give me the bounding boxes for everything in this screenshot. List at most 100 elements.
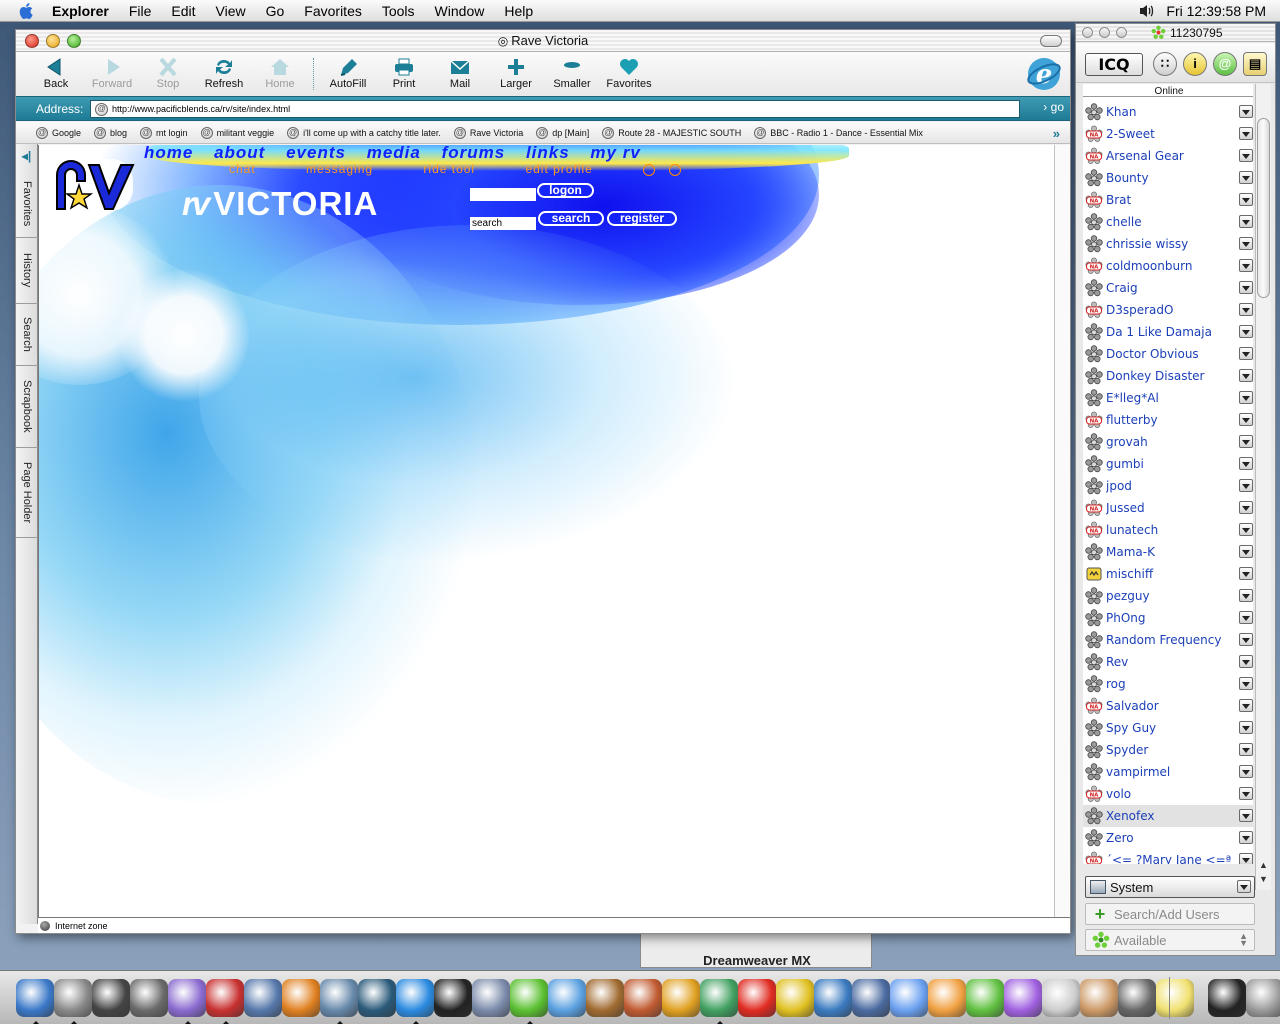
page-scrollbar[interactable] bbox=[1054, 145, 1070, 917]
menu-app-name[interactable]: Explorer bbox=[44, 0, 119, 22]
app-y-icon[interactable] bbox=[966, 979, 1004, 1017]
menu-file[interactable]: File bbox=[119, 0, 162, 22]
chevron-down-icon[interactable] bbox=[1239, 237, 1253, 250]
chevron-down-icon[interactable] bbox=[1239, 523, 1253, 536]
itunes-icon[interactable] bbox=[168, 979, 206, 1024]
dreamweaver-icon[interactable] bbox=[700, 979, 738, 1024]
icq-contact-row[interactable]: NA ´<= ?Mary Jane <=ª bbox=[1083, 849, 1253, 864]
dog-icon[interactable] bbox=[586, 979, 624, 1017]
chevron-down-icon[interactable] bbox=[1239, 303, 1253, 316]
chevron-down-icon[interactable] bbox=[1239, 501, 1253, 514]
icq-contact-row[interactable]: NA Brat bbox=[1083, 189, 1253, 211]
site-subnav-edit-profile[interactable]: edit profile bbox=[525, 162, 592, 176]
browser-title-bar[interactable]: ◎ Rave Victoria bbox=[16, 30, 1070, 52]
iphoto-icon[interactable] bbox=[206, 979, 244, 1024]
icq-contact-row[interactable]: rog bbox=[1083, 673, 1253, 695]
favorite-link-mt-login[interactable]: mt login bbox=[140, 126, 188, 139]
tab-history[interactable]: History bbox=[16, 238, 38, 304]
favorite-link-google[interactable]: Google bbox=[36, 126, 81, 139]
chevron-down-icon[interactable] bbox=[1239, 171, 1253, 184]
text-editor-icon[interactable] bbox=[1042, 979, 1080, 1017]
login-input[interactable] bbox=[470, 188, 536, 201]
chevron-down-icon[interactable] bbox=[1239, 435, 1253, 448]
icq-contact-row[interactable]: Zero bbox=[1083, 827, 1253, 849]
menu-view[interactable]: View bbox=[206, 0, 256, 22]
icq-scroll-up-icon[interactable]: ▲ bbox=[1259, 860, 1268, 870]
icq-contact-row[interactable]: NA coldmoonburn bbox=[1083, 255, 1253, 277]
icq-contact-row[interactable]: Craig bbox=[1083, 277, 1253, 299]
icq-contact-row[interactable]: Xenofex bbox=[1083, 805, 1253, 827]
home-button[interactable]: Home bbox=[252, 55, 308, 93]
chevron-down-icon[interactable] bbox=[1239, 281, 1253, 294]
chevron-down-icon[interactable] bbox=[1239, 655, 1253, 668]
icq-contact-row[interactable]: jpod bbox=[1083, 475, 1253, 497]
site-nav-events[interactable]: events bbox=[286, 145, 346, 162]
app-e-icon[interactable] bbox=[1004, 979, 1042, 1017]
chevron-down-icon[interactable] bbox=[1239, 545, 1253, 558]
favorite-link-route-28[interactable]: Route 28 - MAJESTIC SOUTH bbox=[602, 126, 741, 139]
chevron-down-icon[interactable] bbox=[1239, 325, 1253, 338]
favorite-link-bbc-radio-1[interactable]: BBC - Radio 1 - Dance - Essential Mix bbox=[754, 126, 923, 139]
chevron-down-icon[interactable] bbox=[1239, 457, 1253, 470]
icq-contact-row[interactable]: NA lunatech bbox=[1083, 519, 1253, 541]
icq-minimize-button[interactable] bbox=[1099, 27, 1110, 38]
chevron-down-icon[interactable] bbox=[1239, 149, 1253, 162]
unreal-icon[interactable] bbox=[1118, 979, 1156, 1017]
toolbar-toggle-button[interactable] bbox=[1040, 35, 1062, 47]
chevron-down-icon[interactable] bbox=[1239, 105, 1253, 118]
register-button[interactable]: register bbox=[607, 211, 677, 226]
menu-favorites[interactable]: Favorites bbox=[294, 0, 372, 22]
icq-contact-row[interactable]: chelle bbox=[1083, 211, 1253, 233]
trash-icon[interactable] bbox=[1246, 979, 1280, 1017]
autofill-button[interactable]: AutoFill bbox=[320, 55, 376, 93]
icq-status-selector[interactable]: Available ▲ ▼ bbox=[1085, 929, 1255, 951]
chevron-down-icon[interactable] bbox=[1239, 699, 1253, 712]
icq-contact-row[interactable]: NA D3speradO bbox=[1083, 299, 1253, 321]
icq-contact-row[interactable]: Doctor Obvious bbox=[1083, 343, 1253, 365]
explorer-bar-toggle-icon[interactable]: ◂| bbox=[18, 149, 35, 163]
icq-contact-row[interactable]: gumbi bbox=[1083, 453, 1253, 475]
console-icon[interactable] bbox=[1208, 979, 1246, 1017]
site-subnav-circle-icon[interactable] bbox=[643, 163, 656, 176]
favorite-link-catchy-title[interactable]: i'll come up with a catchy title later. bbox=[287, 126, 441, 139]
network-icon[interactable] bbox=[472, 979, 510, 1017]
site-search-button[interactable]: search bbox=[538, 211, 604, 226]
icq-scroll-down-icon[interactable]: ▼ bbox=[1259, 874, 1268, 884]
stop-button[interactable]: Stop bbox=[140, 55, 196, 93]
address-field[interactable] bbox=[90, 100, 1020, 118]
icq-contact-row[interactable]: pezguy bbox=[1083, 585, 1253, 607]
chevron-down-icon[interactable] bbox=[1239, 193, 1253, 206]
chevron-down-icon[interactable] bbox=[1239, 259, 1253, 272]
icq-close-button[interactable] bbox=[1082, 27, 1093, 38]
rave-victoria-logo[interactable] bbox=[47, 153, 137, 217]
chevron-down-icon[interactable] bbox=[1239, 853, 1253, 864]
chevron-down-icon[interactable] bbox=[1239, 787, 1253, 800]
chevron-down-icon[interactable] bbox=[1239, 677, 1253, 690]
icq-contact-list[interactable]: Online Khan NA 2-Sweet NA Arsenal Gear Bounty… bbox=[1083, 84, 1253, 864]
page-favicon-icon[interactable] bbox=[95, 102, 108, 116]
tab-page-holder[interactable]: Page Holder bbox=[16, 448, 38, 538]
internet-explorer-icon[interactable] bbox=[396, 979, 434, 1024]
icq-zoom-button[interactable] bbox=[1116, 27, 1127, 38]
icq-contact-row[interactable]: Bounty bbox=[1083, 167, 1253, 189]
icq-contact-row[interactable]: chrissie wissy bbox=[1083, 233, 1253, 255]
icq-contact-row[interactable]: Random Frequency bbox=[1083, 629, 1253, 651]
larger-button[interactable]: Larger bbox=[488, 55, 544, 93]
site-subnav-messaging[interactable]: messaging bbox=[306, 162, 373, 176]
site-nav-home[interactable]: home bbox=[144, 145, 193, 162]
print-button[interactable]: Print bbox=[376, 55, 432, 93]
chevron-down-icon[interactable] bbox=[1239, 589, 1253, 602]
fontographer-icon[interactable] bbox=[814, 979, 852, 1017]
apple-menu-icon[interactable] bbox=[16, 1, 38, 21]
site-search-input[interactable] bbox=[470, 217, 536, 230]
apple-icon[interactable] bbox=[130, 979, 168, 1017]
reason-icon[interactable] bbox=[282, 979, 320, 1017]
chevron-down-icon[interactable] bbox=[1239, 831, 1253, 844]
chevron-down-icon[interactable] bbox=[1239, 721, 1253, 734]
terminal-icon[interactable] bbox=[434, 979, 472, 1017]
volume-icon[interactable] bbox=[1138, 3, 1156, 19]
go-button[interactable]: › go bbox=[1043, 100, 1064, 114]
favorite-link-blog[interactable]: blog bbox=[94, 126, 127, 139]
chevron-down-icon[interactable] bbox=[1239, 127, 1253, 140]
icq-contact-row[interactable]: NA 2-Sweet bbox=[1083, 123, 1253, 145]
